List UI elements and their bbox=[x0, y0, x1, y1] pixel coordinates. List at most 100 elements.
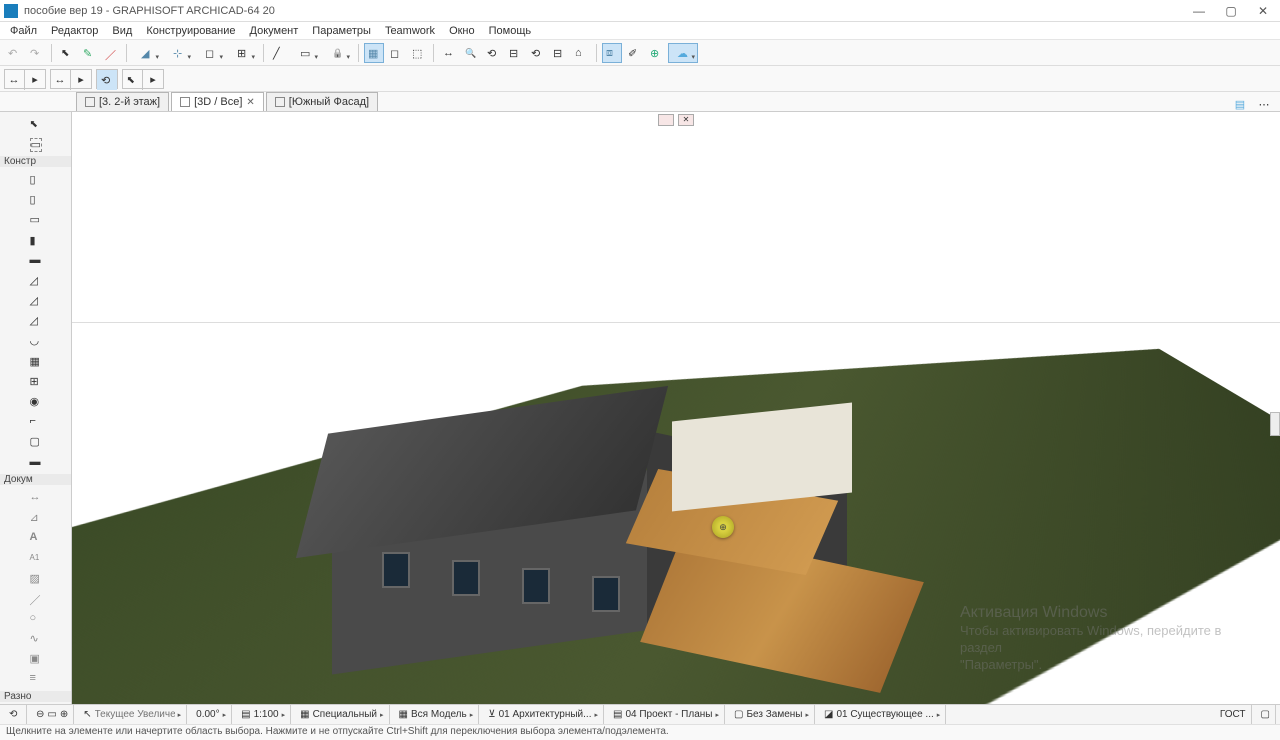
trace-ref-button[interactable] bbox=[386, 43, 406, 63]
snap-guide-button[interactable] bbox=[164, 43, 194, 63]
guideline-button[interactable] bbox=[132, 43, 162, 63]
object-tool[interactable] bbox=[25, 412, 47, 431]
redo-button[interactable] bbox=[26, 43, 46, 63]
maximize-button[interactable]: ▢ bbox=[1224, 4, 1238, 18]
geom-1-drop[interactable]: ▸ bbox=[25, 70, 45, 90]
shell-tool[interactable] bbox=[25, 331, 47, 350]
wall-tool[interactable] bbox=[25, 169, 47, 188]
standard-seg[interactable]: ГОСТ bbox=[1215, 705, 1252, 724]
beam-tool[interactable] bbox=[25, 250, 47, 269]
scale-seg[interactable]: ▤ 1:100 ▸ bbox=[236, 705, 291, 724]
walk-button[interactable] bbox=[527, 43, 547, 63]
home-view-button[interactable] bbox=[571, 43, 591, 63]
model-filter-seg[interactable]: ▦ Вся Модель ▸ bbox=[394, 705, 480, 724]
zone-tool[interactable] bbox=[25, 432, 47, 451]
ruler-button[interactable] bbox=[269, 43, 289, 63]
inject-param-button[interactable] bbox=[79, 43, 99, 63]
menu-design[interactable]: Конструирование bbox=[140, 25, 241, 37]
stair-tool[interactable] bbox=[25, 291, 47, 310]
arrow-group bbox=[96, 69, 118, 89]
arrow-mode-button[interactable] bbox=[97, 70, 117, 90]
curtainwall-tool[interactable] bbox=[25, 371, 47, 390]
door-tool[interactable] bbox=[25, 190, 47, 209]
constr-1-button[interactable] bbox=[51, 70, 71, 90]
close-button[interactable]: ✕ bbox=[1256, 4, 1270, 18]
line-tool[interactable] bbox=[25, 588, 47, 607]
tab-3d-view[interactable]: [3D / Все] ✕ bbox=[171, 92, 264, 111]
measure-button[interactable] bbox=[439, 43, 459, 63]
pick-param-button[interactable] bbox=[57, 43, 77, 63]
suspend-button[interactable] bbox=[323, 43, 353, 63]
geom-1-button[interactable] bbox=[5, 70, 25, 90]
angle-value: 0.00° bbox=[196, 709, 219, 720]
menu-help[interactable]: Помощь bbox=[483, 25, 538, 37]
trim-button[interactable] bbox=[101, 43, 121, 63]
zoom-drop[interactable]: ▸ bbox=[178, 711, 182, 719]
label-tool[interactable] bbox=[25, 548, 47, 567]
renovation-filter-seg[interactable]: ◪ 01 Существующее ... ▸ bbox=[819, 705, 946, 724]
menu-document[interactable]: Документ bbox=[244, 25, 305, 37]
show-selection-button[interactable] bbox=[646, 43, 666, 63]
figure-tool[interactable] bbox=[25, 649, 47, 668]
gravity-button[interactable] bbox=[291, 43, 321, 63]
dimension-tool[interactable] bbox=[25, 487, 47, 506]
fill-tool[interactable] bbox=[25, 568, 47, 587]
menu-view[interactable]: Вид bbox=[106, 25, 138, 37]
trace-button[interactable] bbox=[364, 43, 384, 63]
tab-more-button[interactable]: ⋯ bbox=[1254, 94, 1274, 114]
view-options-seg[interactable]: ▦ Специальный ▸ bbox=[295, 705, 389, 724]
undo-button[interactable] bbox=[4, 43, 24, 63]
cursor-mode-button[interactable] bbox=[123, 70, 143, 90]
edit-elements-button[interactable] bbox=[624, 43, 644, 63]
circle-tool[interactable] bbox=[25, 608, 47, 627]
3d-cutaway-button[interactable] bbox=[602, 43, 622, 63]
hint-text: Щелкните на элементе или начертите облас… bbox=[6, 726, 669, 737]
slab-tool[interactable] bbox=[25, 270, 47, 289]
level-tool[interactable] bbox=[25, 507, 47, 526]
menu-window[interactable]: Окно bbox=[443, 25, 481, 37]
minimize-button[interactable]: — bbox=[1192, 4, 1206, 18]
marquee-tool[interactable] bbox=[25, 134, 47, 153]
cursor-drop[interactable]: ▸ bbox=[143, 70, 163, 90]
snap-point-button[interactable] bbox=[196, 43, 226, 63]
angle-seg[interactable]: 0.00° ▸ bbox=[191, 705, 232, 724]
mesh-tool[interactable] bbox=[25, 452, 47, 471]
menu-teamwork[interactable]: Teamwork bbox=[379, 25, 441, 37]
menu-file[interactable]: Файл bbox=[4, 25, 43, 37]
skylight-tool[interactable] bbox=[25, 351, 47, 370]
close-tab-button[interactable]: ✕ bbox=[246, 97, 254, 108]
orbit-button[interactable] bbox=[483, 43, 503, 63]
zoom-button[interactable] bbox=[461, 43, 481, 63]
zoom-out-button[interactable]: ⊖ bbox=[36, 709, 44, 720]
tab-elevation[interactable]: [Южный Фасад] bbox=[266, 92, 378, 111]
grid-snap-button[interactable] bbox=[228, 43, 258, 63]
section-button[interactable] bbox=[549, 43, 569, 63]
arrow-tool[interactable] bbox=[25, 114, 47, 133]
layer-combo-seg[interactable]: ⊻ 01 Архитектурный... ▸ bbox=[483, 705, 604, 724]
renovation-seg[interactable]: ▢ Без Замены ▸ bbox=[729, 705, 815, 724]
cloud-button[interactable] bbox=[668, 43, 698, 63]
trace-fill-button[interactable] bbox=[408, 43, 428, 63]
right-panel-handle[interactable] bbox=[1270, 412, 1280, 436]
explore-button[interactable] bbox=[505, 43, 525, 63]
watermark-title: Активация Windows bbox=[960, 603, 1240, 624]
roof-tool[interactable] bbox=[25, 311, 47, 330]
zoom-prev-button[interactable] bbox=[4, 705, 27, 724]
3d-viewport[interactable]: ✕ ⊕ Активация Windows Чтобы активировать bbox=[72, 112, 1280, 704]
column-tool[interactable] bbox=[25, 230, 47, 249]
status-extra-button[interactable]: ▢ bbox=[1256, 705, 1276, 724]
text-tool[interactable] bbox=[25, 528, 47, 547]
constr-1-drop[interactable]: ▸ bbox=[71, 70, 91, 90]
menu-edit[interactable]: Редактор bbox=[45, 25, 104, 37]
morph-tool[interactable] bbox=[25, 391, 47, 410]
pen-set-seg[interactable]: ▤ 04 Проект - Планы ▸ bbox=[608, 705, 725, 724]
zoom-fit-button[interactable]: ▭ bbox=[47, 709, 56, 720]
spline-tool[interactable] bbox=[25, 629, 47, 648]
zoom-input[interactable] bbox=[95, 709, 175, 720]
drawing-tool[interactable] bbox=[25, 669, 47, 688]
zoom-in-button[interactable]: ⊕ bbox=[60, 709, 68, 720]
window-tool[interactable] bbox=[25, 210, 47, 229]
menu-options[interactable]: Параметры bbox=[306, 25, 377, 37]
tab-overflow-button[interactable]: ▤ bbox=[1230, 94, 1250, 114]
tab-floor-plan[interactable]: [3. 2-й этаж] bbox=[76, 92, 169, 111]
